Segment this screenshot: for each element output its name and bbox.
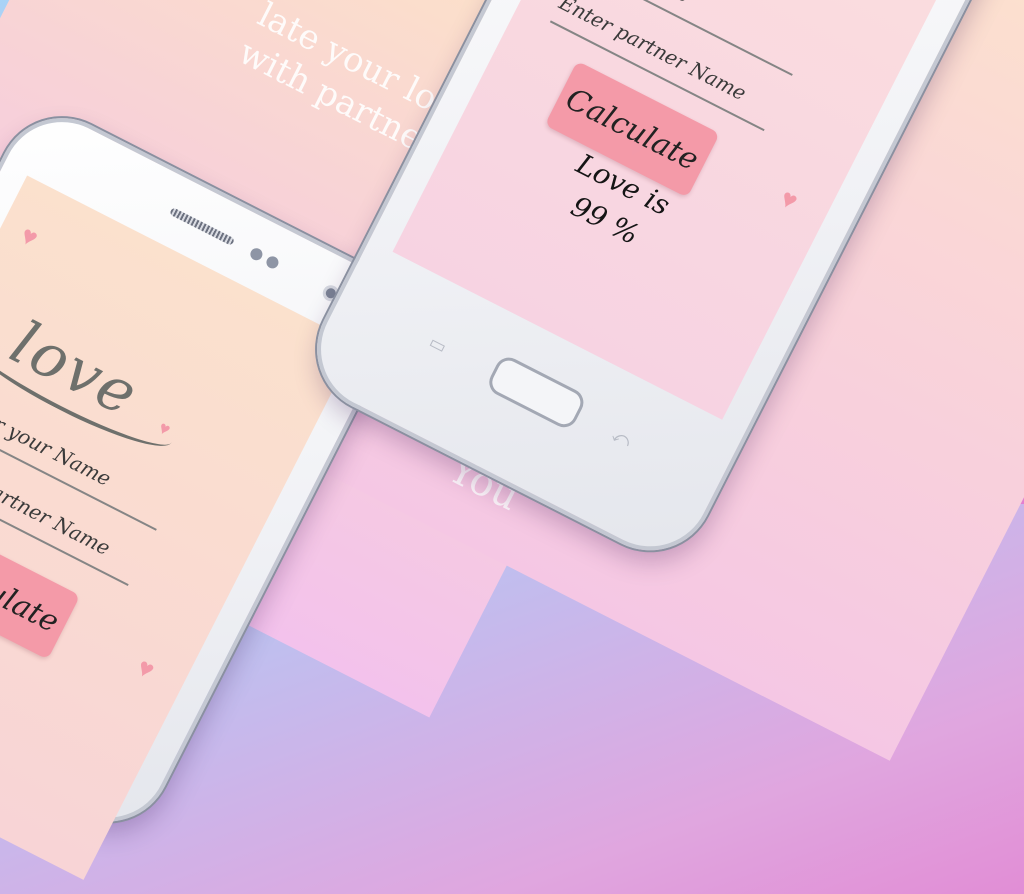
light-sensor <box>264 254 281 271</box>
home-button[interactable] <box>484 352 589 433</box>
heart-icon: ♥ <box>15 219 44 254</box>
heart-icon: ♥ <box>132 651 160 686</box>
back-icon[interactable]: ⤺ <box>608 425 634 452</box>
speaker-grille <box>169 207 236 246</box>
proximity-sensor <box>248 246 265 263</box>
recent-apps-icon[interactable]: ▭ <box>425 332 450 358</box>
heart-icon: ♥ <box>775 182 804 217</box>
